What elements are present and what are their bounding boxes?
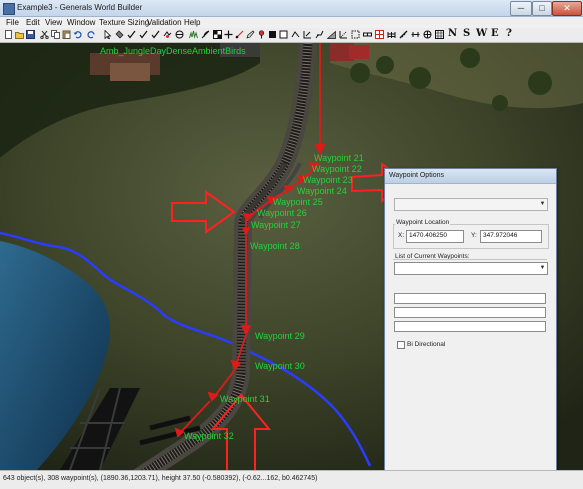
- grass-icon[interactable]: [189, 30, 198, 39]
- label-input-3[interactable]: [394, 321, 546, 332]
- x-coordinate-input[interactable]: 1470.406250: [406, 230, 464, 243]
- fence-icon[interactable]: [387, 30, 396, 39]
- checker-icon[interactable]: [213, 30, 222, 39]
- panel-title-bar[interactable]: Waypoint Options: [385, 169, 556, 184]
- status-text: 643 object(s), 308 waypoint(s), (1890.36…: [3, 475, 318, 482]
- help-button[interactable]: ?: [506, 28, 512, 39]
- north-view-button[interactable]: N: [448, 28, 457, 39]
- scale-icon[interactable]: [339, 30, 348, 39]
- line-tool-icon[interactable]: [235, 30, 244, 39]
- menu-file[interactable]: File: [6, 18, 19, 27]
- waypoint-options-panel: Waypoint Options ▼ Waypoint Location X: …: [384, 168, 557, 472]
- app-icon: [3, 3, 15, 15]
- brush-check-icon[interactable]: [127, 30, 136, 39]
- chevron-down-icon: ▼: [539, 201, 546, 207]
- paste-icon[interactable]: [62, 30, 71, 39]
- red-grid-icon[interactable]: [375, 30, 384, 39]
- menu-edit[interactable]: Edit: [26, 18, 40, 27]
- menu-texture-sizing[interactable]: Texture Sizing: [99, 18, 149, 27]
- location-group-label: Waypoint Location: [395, 219, 451, 226]
- label-input-2[interactable]: [394, 307, 546, 318]
- status-bar: 643 object(s), 308 waypoint(s), (1890.36…: [0, 470, 583, 489]
- waypoint-label[interactable]: Waypoint 24: [297, 186, 347, 196]
- road-tool-icon[interactable]: [303, 30, 312, 39]
- minimize-button[interactable]: ─: [510, 1, 532, 16]
- pin-icon[interactable]: [257, 30, 266, 39]
- waypoint-tool-icon[interactable]: [291, 30, 300, 39]
- waypoint-label[interactable]: Waypoint 30: [255, 361, 305, 371]
- maximize-button[interactable]: □: [532, 1, 552, 16]
- bi-directional-label: Bi Directional: [407, 341, 446, 348]
- trigger-area-icon[interactable]: [351, 30, 360, 39]
- close-button[interactable]: ✕: [552, 1, 582, 16]
- sound-label: Amb_JungleDayDenseAmbientBirds: [100, 46, 246, 56]
- hollow-square-icon[interactable]: [279, 30, 288, 39]
- link-icon[interactable]: [363, 30, 372, 39]
- grid-toggle-icon[interactable]: [435, 30, 444, 39]
- open-folder-icon[interactable]: [15, 30, 24, 39]
- bi-directional-checkbox[interactable]: [397, 341, 405, 349]
- menu-window[interactable]: Window: [67, 18, 95, 27]
- ramp-icon[interactable]: [327, 30, 336, 39]
- title-bar: Example3 - Generals World Builder ─ □ ✕: [0, 0, 583, 17]
- select-pointer-icon[interactable]: [103, 30, 112, 39]
- waypoint-label[interactable]: Waypoint 27: [251, 220, 301, 230]
- undo-icon[interactable]: [73, 30, 82, 39]
- redo-icon[interactable]: [87, 30, 96, 39]
- feather-icon[interactable]: [201, 30, 210, 39]
- pen-icon[interactable]: [246, 30, 255, 39]
- copy-icon[interactable]: [51, 30, 60, 39]
- rotate-grid-icon[interactable]: [423, 30, 432, 39]
- waypoint-label[interactable]: Waypoint 25: [273, 197, 323, 207]
- waypoint-label[interactable]: Waypoint 28: [250, 241, 300, 251]
- east-view-button[interactable]: E: [491, 28, 499, 39]
- waypoint-label[interactable]: Waypoint 22: [312, 164, 362, 174]
- waypoint-label[interactable]: Waypoint 32: [184, 431, 234, 441]
- waypoint-name-dropdown[interactable]: ▼: [394, 198, 548, 211]
- y-label: Y:: [471, 232, 477, 239]
- menu-validation[interactable]: Validation: [147, 18, 182, 27]
- y-coordinate-input[interactable]: 347.972046: [480, 230, 542, 243]
- ruler-icon[interactable]: [399, 30, 408, 39]
- west-view-button[interactable]: W: [476, 28, 487, 39]
- window-title: Example3 - Generals World Builder: [17, 3, 143, 12]
- waypoint-label[interactable]: Waypoint 21: [314, 153, 364, 163]
- stop-square-icon[interactable]: [268, 30, 277, 39]
- tile-check-icon[interactable]: [139, 30, 148, 39]
- south-view-button[interactable]: S: [463, 28, 470, 39]
- flatten-icon[interactable]: [163, 30, 172, 39]
- waypoint-label[interactable]: Waypoint 31: [220, 394, 270, 404]
- measure-icon[interactable]: [411, 30, 420, 39]
- x-label: X:: [398, 232, 405, 239]
- panel-title: Waypoint Options: [389, 172, 444, 179]
- save-icon[interactable]: [26, 30, 35, 39]
- waypoint-list-dropdown[interactable]: ▼: [394, 262, 548, 275]
- toolbar: N S W E ?: [0, 28, 583, 43]
- waypoint-label[interactable]: Waypoint 26: [257, 208, 307, 218]
- menu-help[interactable]: Help: [184, 18, 200, 27]
- cut-icon[interactable]: [40, 30, 49, 39]
- waypoint-label[interactable]: Waypoint 23: [303, 175, 353, 185]
- blend-check-icon[interactable]: [151, 30, 160, 39]
- texture-icon[interactable]: [175, 30, 184, 39]
- path-tool-icon[interactable]: [315, 30, 324, 39]
- paint-bucket-icon[interactable]: [115, 30, 124, 39]
- menu-bar: File Edit View Window Texture Sizing Val…: [0, 17, 583, 28]
- menu-view[interactable]: View: [45, 18, 62, 27]
- divider: [393, 259, 547, 260]
- label-input-1[interactable]: [394, 293, 546, 304]
- waypoint-label[interactable]: Waypoint 29: [255, 331, 305, 341]
- chevron-down-icon: ▼: [539, 265, 546, 271]
- new-file-icon[interactable]: [4, 30, 13, 39]
- move-grid-icon[interactable]: [224, 30, 233, 39]
